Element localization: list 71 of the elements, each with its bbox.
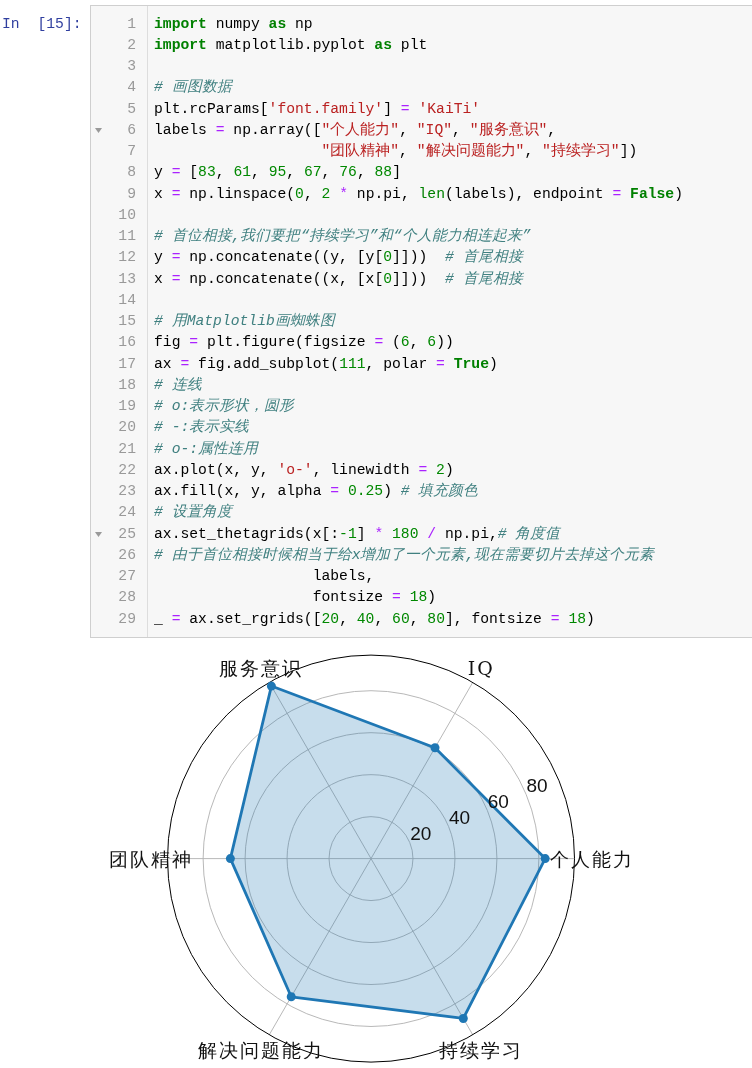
data-point — [458, 1014, 468, 1024]
line-number: 19 — [118, 397, 136, 416]
scale-label: 60 — [487, 791, 509, 813]
scale-label: 40 — [449, 807, 471, 829]
line-number: 26 — [118, 545, 136, 565]
line-number: 20 — [118, 418, 136, 438]
code-line: ax.set_thetagrids(x[:-1] * 180 / np.pi,# 角度值 — [154, 524, 561, 544]
code-line: # 由于首位相接时候相当于给x增加了一个元素,现在需要切片去掉这个元素 — [154, 545, 655, 565]
line-number: 10 — [118, 205, 136, 225]
data-point — [225, 854, 235, 864]
code-line: # 设置角度 — [154, 502, 232, 523]
code-line: y = [83, 61, 95, 67, 76, 88] — [154, 163, 401, 183]
axis-label: 持续学习 — [439, 1038, 524, 1061]
data-point — [540, 854, 550, 864]
code-line: fontsize = 18) — [312, 588, 437, 608]
code-line: # 连线 — [154, 375, 202, 395]
line-number: 25 — [118, 524, 136, 544]
code-line: labels, — [312, 567, 375, 586]
line-number: 14 — [118, 290, 136, 310]
line-number: 22 — [118, 460, 136, 480]
code-line: ax = fig.add_subplot(111, polar = True) — [154, 354, 498, 374]
line-number: 2 — [127, 35, 136, 55]
code-line: x = np.linspace(0, 2 * np.pi, len(labels), endpoint = False) — [154, 184, 683, 204]
line-number: 8 — [127, 163, 136, 183]
line-number: 29 — [118, 609, 136, 629]
line-number: 24 — [118, 503, 136, 523]
code-line: # 首位相接,我们要把“持续学习”和“个人能力相连起来” — [154, 226, 531, 246]
line-number: 15 — [118, 312, 136, 331]
line-number: 21 — [118, 439, 136, 459]
code-line: plt.rcParams['font.family'] = 'KaiTi' — [154, 99, 481, 119]
line-number: 28 — [118, 588, 136, 608]
code-line: # -:表示实线 — [154, 417, 250, 438]
line-number: 3 — [127, 57, 136, 76]
caret-down-icon[interactable] — [95, 531, 102, 537]
code-line: # 画图数据 — [154, 78, 232, 98]
line-number: 5 — [127, 99, 136, 119]
axis-label: IQ — [467, 656, 495, 679]
line-number: 4 — [127, 78, 136, 98]
line-number: 7 — [127, 142, 136, 161]
line-number: 11 — [118, 227, 136, 246]
code-line: _ = ax.set_rgrids([20, 40, 60, 80], fontsize = 18) — [154, 609, 595, 629]
scale-label: 20 — [410, 823, 432, 845]
line-number: 1 — [127, 14, 136, 34]
code-line: y = np.concatenate((y, [y[0]])) # 首尾相接 — [154, 248, 523, 268]
line-number: 12 — [118, 248, 136, 268]
code-editor[interactable] — [90, 5, 752, 639]
code-line: import matplotlib.pyplot as plt — [154, 35, 428, 55]
line-number: 6 — [127, 120, 136, 140]
data-point — [286, 992, 296, 1002]
line-number: 9 — [127, 184, 136, 204]
line-number: 18 — [118, 375, 136, 395]
line-number: 17 — [118, 354, 136, 374]
code-line: fig = plt.figure(figsize = (6, 6)) — [154, 333, 454, 353]
code-line: "团队精神", "解决问题能力", "持续学习"]) — [321, 141, 638, 161]
scale-label: 80 — [526, 775, 548, 797]
line-number: 23 — [118, 482, 136, 501]
caret-down-icon[interactable] — [95, 127, 102, 133]
line-number: 27 — [118, 567, 136, 586]
code-line: x = np.concatenate((x, [x[0]])) # 首尾相接 — [154, 269, 523, 289]
code-line: # 用Matplotlib画蜘蛛图 — [154, 312, 335, 331]
code-line: # o-:属性连用 — [154, 439, 259, 459]
code-line: labels = np.array(["个人能力", "IQ", "服务意识", — [154, 120, 557, 140]
code-line: # o:表示形状，圆形 — [154, 397, 295, 416]
code-line: ax.plot(x, y, 'o-', linewidth = 2) — [154, 460, 454, 480]
code-line: ax.fill(x, y, alpha = 0.25) # 填充颜色 — [154, 481, 479, 501]
line-number: 13 — [118, 269, 136, 289]
line-number: 16 — [118, 333, 136, 353]
data-point — [430, 743, 440, 753]
code-line: import numpy as np — [154, 14, 313, 34]
data-point — [266, 681, 276, 691]
cell-prompt: In [15]: — [2, 15, 82, 32]
